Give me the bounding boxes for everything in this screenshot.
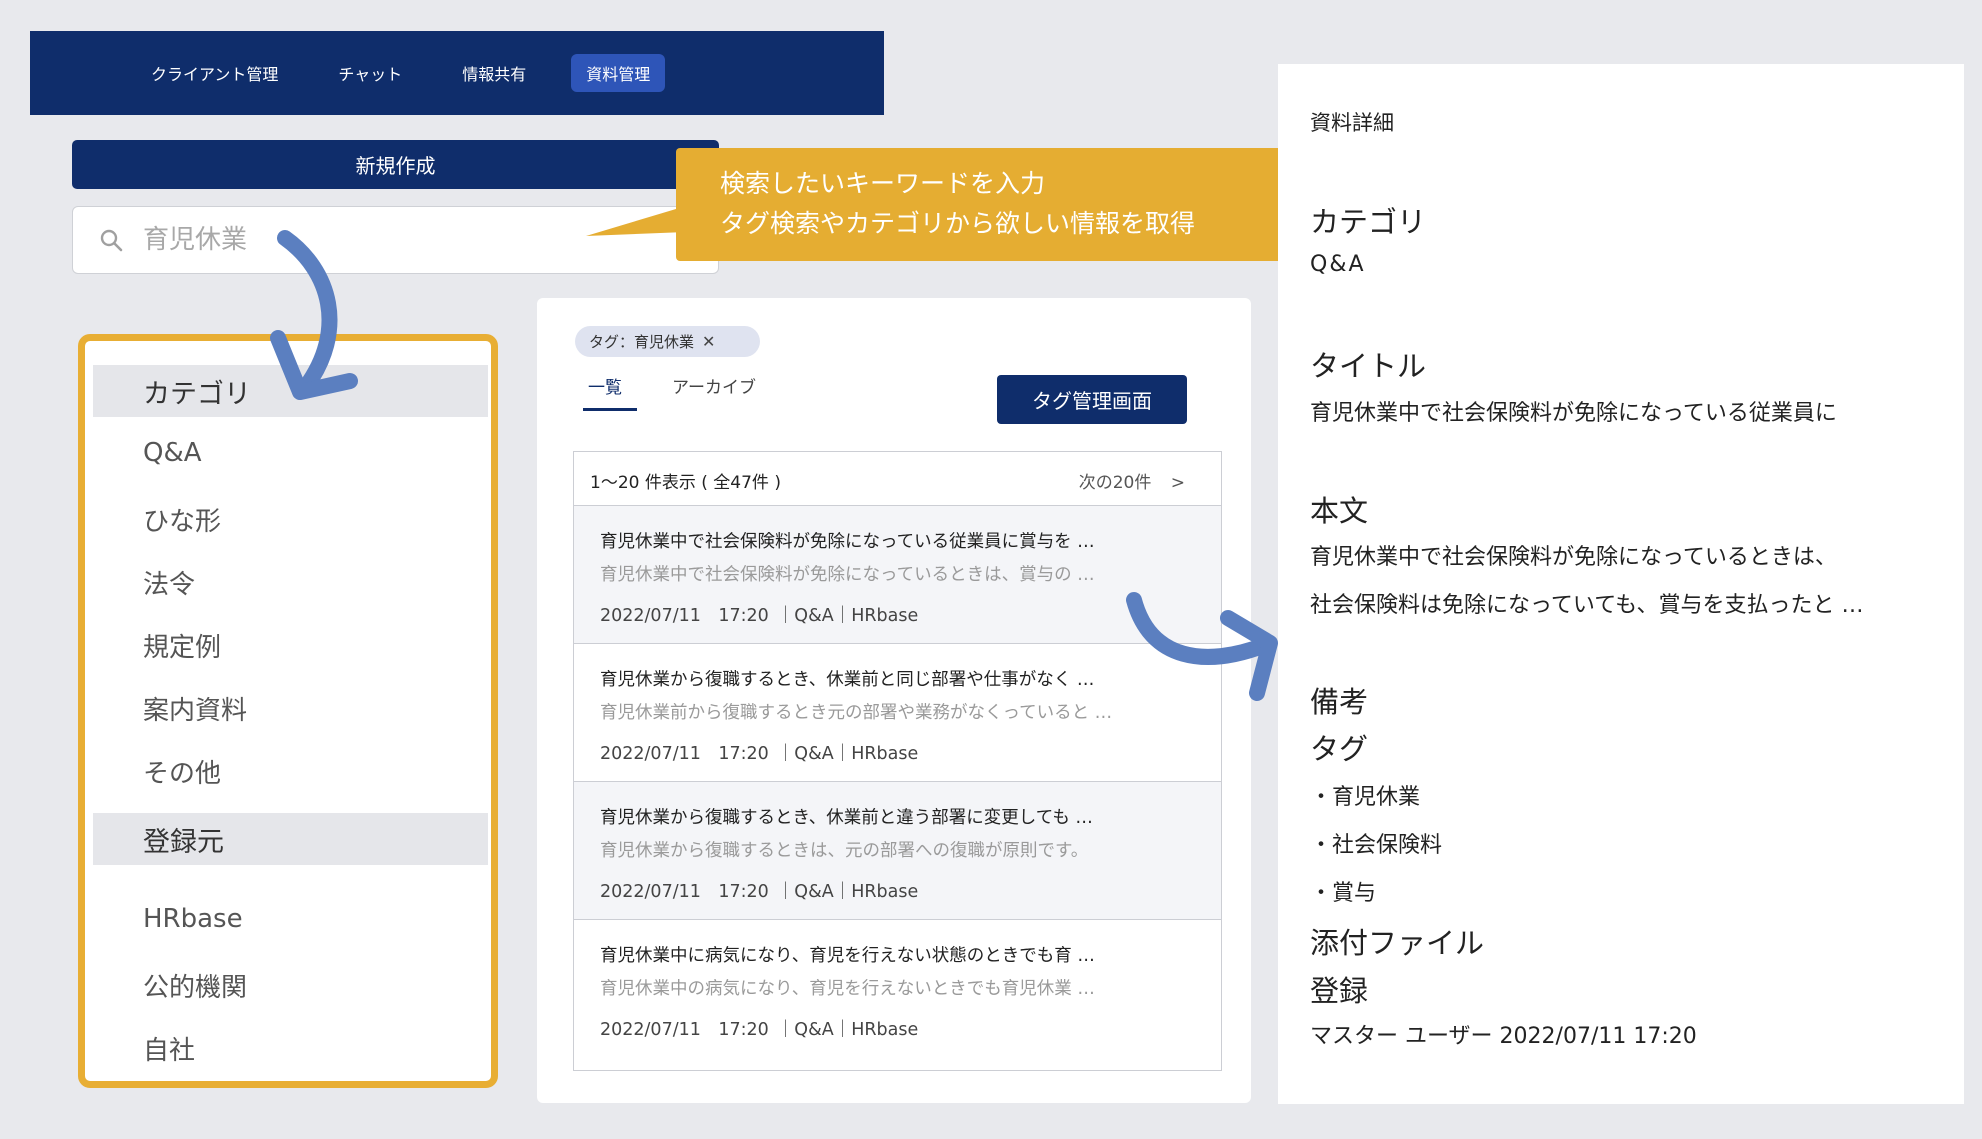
category-item-template[interactable]: ひな形 bbox=[143, 501, 221, 538]
source-item-public-agency[interactable]: 公的機関 bbox=[143, 967, 247, 1004]
tooltip-line-2: タグ検索やカテゴリから欲しい情報を取得 bbox=[720, 209, 1196, 238]
detail-title-value: 育児休業中で社会保険料が免除になっている従業員に bbox=[1310, 401, 1837, 426]
tab-archive[interactable]: アーカイブ bbox=[672, 373, 756, 398]
result-count: 1～20 件表示 ( 全47件 ) bbox=[590, 473, 781, 493]
nav-item-chat[interactable]: チャット bbox=[323, 54, 417, 92]
tag-filter-chip: タグ：育児休業 ✕ bbox=[575, 326, 760, 357]
filter-sidebar: カテゴリ Q&A ひな形 法令 規定例 案内資料 その他 登録元 HRbase … bbox=[78, 334, 498, 1088]
category-item-rule-example[interactable]: 規定例 bbox=[143, 627, 221, 664]
source-header[interactable]: 登録元 bbox=[93, 813, 488, 865]
list-item-meta: 2022/07/11 17:20 ｜Q&A｜HRbase bbox=[600, 740, 918, 765]
list-item-title: 育児休業から復職するとき、休業前と同じ部署や仕事がなく … bbox=[600, 670, 1095, 690]
search-icon bbox=[100, 229, 123, 252]
list-header: 1～20 件表示 ( 全47件 ) 次の20件 > bbox=[574, 452, 1221, 506]
list-item[interactable]: 育児休業中に病気になり、育児を行えない状態のときでも育 … 育児休業中の病気にな… bbox=[574, 920, 1221, 1058]
list-item-snippet: 育児休業から復職するときは、元の部署への復職が原則です。 bbox=[600, 841, 1089, 861]
list-item-snippet: 育児休業中で社会保険料が免除になっているときは、賞与の … bbox=[600, 565, 1095, 585]
detail-tag-item: ・社会保険料 bbox=[1310, 833, 1443, 858]
detail-tags-label: タグ bbox=[1310, 732, 1369, 766]
nav-item-documents[interactable]: 資料管理 bbox=[571, 54, 666, 92]
list-item-title: 育児休業中で社会保険料が免除になっている従業員に賞与を … bbox=[600, 532, 1095, 552]
list-item-source: ｜Q&A｜HRbase bbox=[776, 882, 919, 902]
list-item-source: ｜Q&A｜HRbase bbox=[776, 744, 919, 764]
detail-heading: 資料詳細 bbox=[1310, 111, 1394, 135]
list-item[interactable]: 育児休業から復職するとき、休業前と違う部署に変更しても … 育児休業から復職する… bbox=[574, 782, 1221, 920]
active-tab-underline bbox=[583, 408, 637, 411]
list-item-meta: 2022/07/11 17:20 ｜Q&A｜HRbase bbox=[600, 602, 918, 627]
nav-item-client-management[interactable]: クライアント管理 bbox=[136, 54, 293, 92]
detail-category-label: カテゴリ bbox=[1310, 205, 1427, 239]
list-item-source: ｜Q&A｜HRbase bbox=[776, 1020, 919, 1040]
tooltip-callout: 検索したいキーワードを入力 タグ検索やカテゴリから欲しい情報を取得 bbox=[676, 148, 1294, 261]
nav-item-info-share[interactable]: 情報共有 bbox=[447, 54, 541, 92]
list-item-title: 育児休業から復職するとき、休業前と違う部署に変更しても … bbox=[600, 808, 1093, 828]
tag-chip-label: タグ：育児休業 bbox=[589, 333, 695, 351]
list-item-snippet: 育児休業中の病気になり、育児を行えないときでも育児休業 … bbox=[600, 979, 1095, 999]
new-create-button[interactable]: 新規作成 bbox=[72, 140, 719, 189]
category-item-other[interactable]: その他 bbox=[143, 753, 221, 790]
list-item-snippet: 育児休業前から復職するとき元の部署や業務がなくっていると … bbox=[600, 703, 1113, 723]
list-item-title: 育児休業中に病気になり、育児を行えない状態のときでも育 … bbox=[600, 946, 1095, 966]
detail-body-line-1: 育児休業中で社会保険料が免除になっているときは、 bbox=[1310, 545, 1837, 570]
search-input[interactable] bbox=[141, 224, 625, 256]
document-list: 1～20 件表示 ( 全47件 ) 次の20件 > 育児休業中で社会保険料が免除… bbox=[573, 451, 1222, 1071]
tooltip-pointer bbox=[586, 206, 686, 236]
list-item-date: 2022/07/11 17:20 bbox=[600, 744, 769, 764]
list-item[interactable]: 育児休業から復職するとき、休業前と同じ部署や仕事がなく … 育児休業前から復職す… bbox=[574, 644, 1221, 782]
detail-title-label: タイトル bbox=[1310, 349, 1427, 383]
tooltip-line-1: 検索したいキーワードを入力 bbox=[720, 169, 1046, 198]
source-item-hrbase[interactable]: HRbase bbox=[143, 904, 243, 934]
detail-tag-item: ・賞与 bbox=[1310, 881, 1377, 906]
tag-management-button[interactable]: タグ管理画面 bbox=[997, 375, 1187, 424]
tab-list[interactable]: 一覧 bbox=[588, 373, 622, 398]
detail-category-value: Q&A bbox=[1310, 252, 1366, 277]
next-page-link[interactable]: 次の20件 > bbox=[1079, 468, 1185, 493]
list-item[interactable]: 育児休業中で社会保険料が免除になっている従業員に賞与を … 育児休業中で社会保険… bbox=[574, 506, 1221, 644]
list-item-meta: 2022/07/11 17:20 ｜Q&A｜HRbase bbox=[600, 1016, 918, 1041]
chevron-right-icon: > bbox=[1170, 473, 1185, 493]
detail-registration-label: 登録 bbox=[1310, 974, 1369, 1008]
detail-body-line-2: 社会保険料は免除になっていても、賞与を支払ったと … bbox=[1310, 593, 1864, 618]
detail-body-label: 本文 bbox=[1310, 494, 1369, 528]
category-item-guide[interactable]: 案内資料 bbox=[143, 690, 247, 727]
list-item-date: 2022/07/11 17:20 bbox=[600, 882, 769, 902]
category-header[interactable]: カテゴリ bbox=[93, 365, 488, 417]
detail-registration-value: マスター ユーザー 2022/07/11 17:20 bbox=[1310, 1024, 1697, 1049]
top-nav: クライアント管理 チャット 情報共有 資料管理 bbox=[30, 31, 884, 115]
list-item-meta: 2022/07/11 17:20 ｜Q&A｜HRbase bbox=[600, 878, 918, 903]
list-item-source: ｜Q&A｜HRbase bbox=[776, 606, 919, 626]
list-item-date: 2022/07/11 17:20 bbox=[600, 1020, 769, 1040]
category-item-law[interactable]: 法令 bbox=[143, 564, 195, 601]
category-item-qa[interactable]: Q&A bbox=[143, 438, 202, 468]
list-item-date: 2022/07/11 17:20 bbox=[600, 606, 769, 626]
detail-remarks-label: 備考 bbox=[1310, 685, 1369, 719]
detail-tag-item: ・育児休業 bbox=[1310, 785, 1421, 810]
source-item-own-company[interactable]: 自社 bbox=[143, 1030, 195, 1067]
detail-attachment-label: 添付ファイル bbox=[1310, 926, 1485, 960]
next-page-label: 次の20件 bbox=[1078, 473, 1152, 493]
close-icon[interactable]: ✕ bbox=[702, 332, 715, 351]
